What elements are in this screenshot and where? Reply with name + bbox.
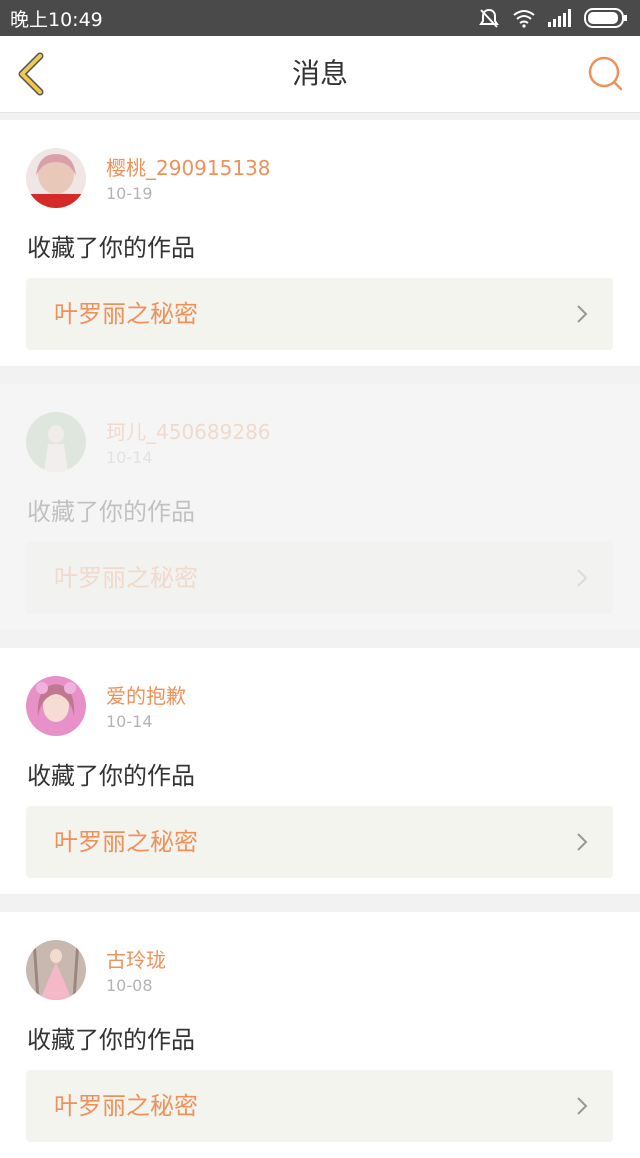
user-name[interactable]: 爱的抱歉: [106, 680, 186, 709]
page-title: 消息: [291, 57, 348, 90]
work-link[interactable]: 叶罗丽之秘密: [26, 806, 613, 878]
search-icon: [588, 56, 623, 91]
signal-icon: [548, 9, 571, 27]
post-date: 10-14: [106, 712, 153, 731]
avatar[interactable]: [26, 412, 86, 472]
message-card[interactable]: 爱的抱歉 10-14 收藏了你的作品 叶罗丽之秘密: [0, 648, 640, 894]
work-title: 叶罗丽之秘密: [54, 300, 198, 328]
user-name[interactable]: 樱桃_290915138: [106, 152, 271, 181]
user-name[interactable]: 珂儿_450689286: [106, 416, 271, 445]
post-date: 10-14: [106, 448, 153, 467]
message-card[interactable]: 古玲珑 10-08 收藏了你的作品 叶罗丽之秘密: [0, 912, 640, 1158]
avatar[interactable]: [26, 940, 86, 1000]
work-title: 叶罗丽之秘密: [54, 564, 198, 592]
work-link[interactable]: 叶罗丽之秘密: [26, 1070, 613, 1142]
work-title: 叶罗丽之秘密: [54, 828, 198, 856]
avatar[interactable]: [26, 148, 86, 208]
work-link[interactable]: 叶罗丽之秘密: [26, 278, 613, 350]
message-card[interactable]: 珂儿_450689286 10-14 收藏了你的作品 叶罗丽之秘密: [0, 384, 640, 630]
post-date: 10-08: [106, 976, 153, 995]
post-date: 10-19: [106, 184, 153, 203]
status-bar: 晚上10:49: [0, 0, 640, 36]
action-text: 收藏了你的作品: [27, 762, 195, 790]
message-card[interactable]: 樱桃_290915138 10-19 收藏了你的作品 叶罗丽之秘密: [0, 120, 640, 366]
nav-bar: 消息: [0, 36, 640, 113]
avatar[interactable]: [26, 676, 86, 736]
work-title: 叶罗丽之秘密: [54, 1092, 198, 1120]
user-name[interactable]: 古玲珑: [106, 944, 166, 973]
action-text: 收藏了你的作品: [27, 1026, 195, 1054]
chevron-right-icon: [577, 569, 588, 587]
status-icons: [478, 7, 628, 29]
search-button[interactable]: [586, 54, 626, 94]
work-link[interactable]: 叶罗丽之秘密: [26, 542, 613, 614]
action-text: 收藏了你的作品: [27, 498, 195, 526]
chevron-right-icon: [577, 833, 588, 851]
status-time: 晚上10:49: [10, 8, 103, 31]
mute-icon: [479, 8, 499, 28]
wifi-icon: [513, 10, 535, 28]
chevron-right-icon: [577, 1097, 588, 1115]
battery-icon: [584, 8, 627, 28]
action-text: 收藏了你的作品: [27, 234, 195, 262]
chevron-right-icon: [577, 305, 588, 323]
